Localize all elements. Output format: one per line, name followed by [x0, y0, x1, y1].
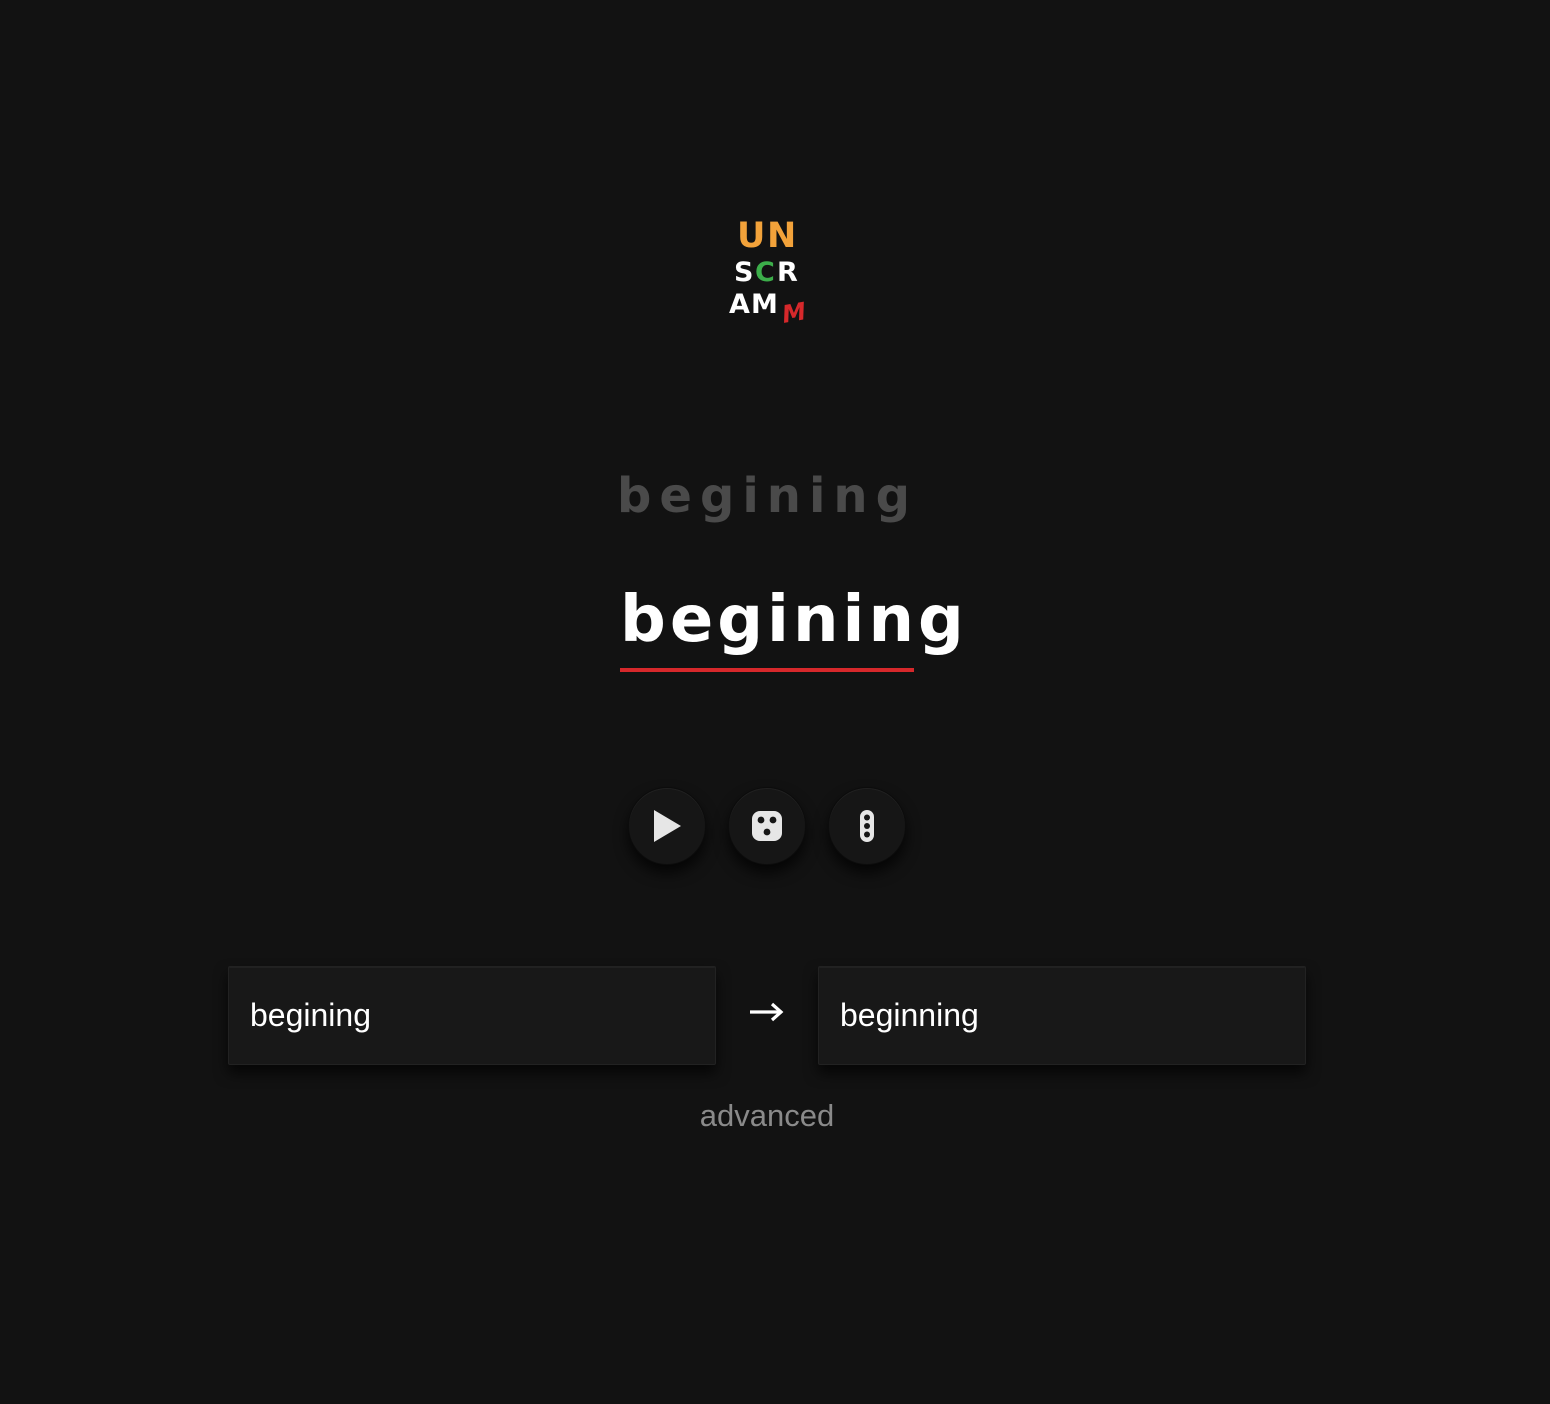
- misspelled-word-input[interactable]: [229, 967, 715, 1064]
- logo: U N S C R A M M: [720, 215, 820, 330]
- dice-icon: [752, 811, 782, 841]
- logo-letter-m: M: [751, 289, 778, 320]
- play-icon: [654, 810, 681, 842]
- logo-letter-c: C: [755, 257, 775, 288]
- dots-vertical-icon: [860, 810, 874, 842]
- corrected-word-field[interactable]: [818, 966, 1306, 1065]
- corrected-word-input[interactable]: [819, 967, 1305, 1064]
- scrambled-word: begining: [620, 583, 968, 657]
- logo-letter-s: S: [734, 257, 754, 288]
- page: U N S C R A M M begining begining begini…: [0, 0, 1550, 1404]
- word-underline: [620, 668, 914, 672]
- play-button[interactable]: [628, 787, 706, 865]
- target-word-ghost: begining: [617, 468, 918, 524]
- advanced-link[interactable]: advanced: [0, 1098, 1534, 1134]
- logo-letter-n: N: [767, 216, 797, 256]
- arrow-right-icon: [750, 1002, 784, 1022]
- logo-letter-u: U: [737, 216, 766, 256]
- scrambled-word-container: begining: [620, 580, 968, 674]
- logo-letter-a: A: [729, 289, 750, 320]
- more-options-button[interactable]: [828, 787, 906, 865]
- logo-letter-m-tilted: M: [781, 296, 807, 330]
- shuffle-dice-button[interactable]: [728, 787, 806, 865]
- misspelled-word-field[interactable]: [228, 966, 716, 1065]
- logo-letter-r: R: [777, 257, 798, 288]
